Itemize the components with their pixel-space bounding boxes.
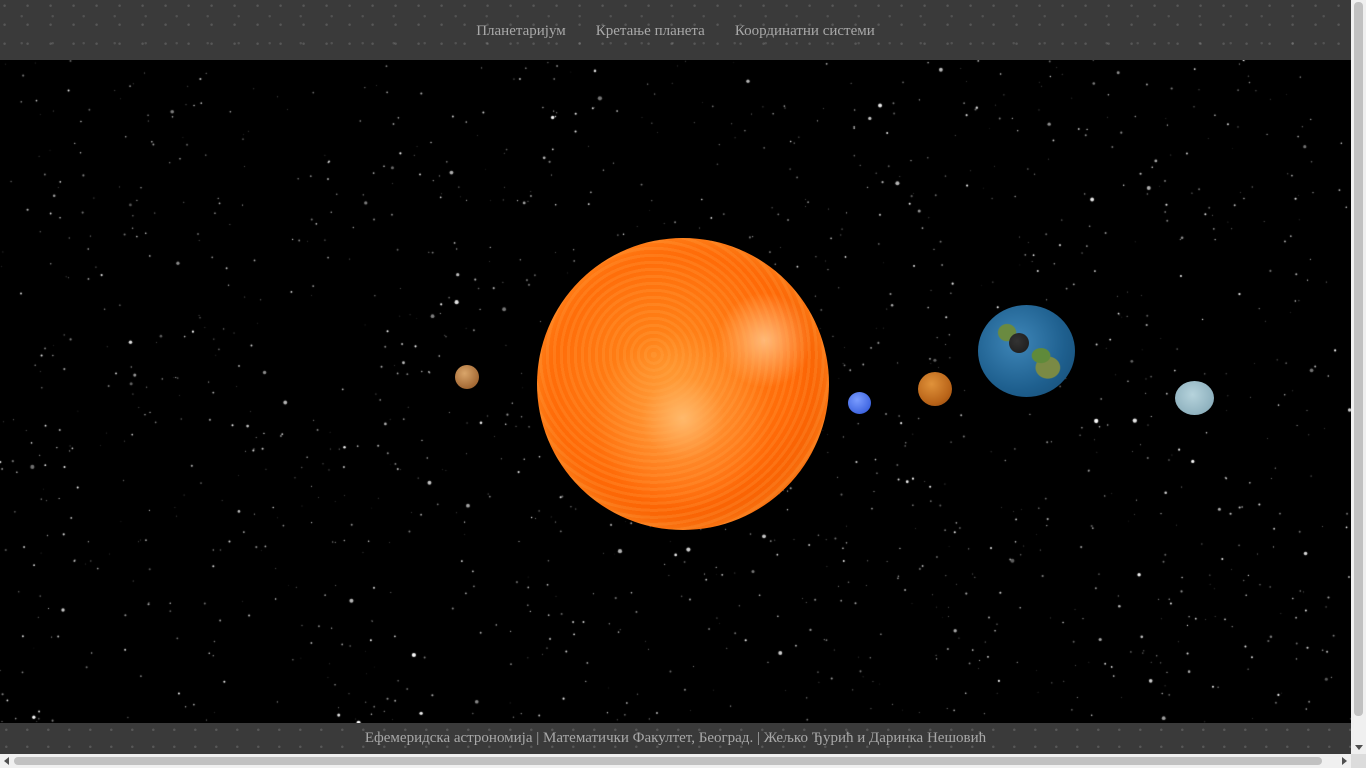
moon[interactable] [1009,333,1029,353]
vertical-scrollbar-thumb[interactable] [1354,2,1363,716]
nav-link-coordinate-systems[interactable]: Координатни системи [735,23,875,39]
scroll-down-arrow-icon[interactable] [1355,745,1363,750]
page-footer: Ефемеридска астрономија | Математички Фа… [0,723,1351,754]
scroll-right-arrow-icon[interactable] [1342,757,1347,765]
planet-mercury[interactable] [455,365,479,389]
top-navigation: Планетаријум Кретање планета Координатни… [0,0,1351,60]
horizontal-scrollbar[interactable] [0,754,1351,768]
scrollbar-corner [1351,754,1366,768]
vertical-scrollbar[interactable] [1351,0,1366,754]
horizontal-scrollbar-thumb[interactable] [14,757,1322,765]
footer-credits: Ефемеридска астрономија | Математички Фа… [364,730,987,746]
nav-link-planet-motion[interactable]: Кретање планета [596,23,705,39]
sun[interactable] [537,238,829,530]
scroll-left-arrow-icon[interactable] [4,757,9,765]
planet-venus[interactable] [918,372,952,406]
planet-earth[interactable] [978,305,1075,397]
nav-link-planetarium[interactable]: Планетаријум [476,23,566,39]
solar-system-canvas[interactable] [0,60,1351,723]
planet-uranus[interactable] [1175,381,1214,415]
planet-neptune[interactable] [848,392,871,414]
